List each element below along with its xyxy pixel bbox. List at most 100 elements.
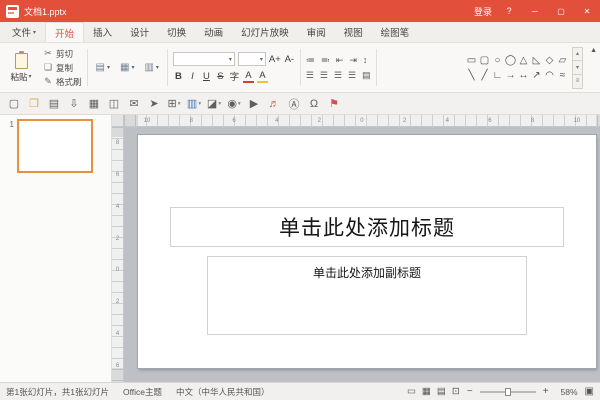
minimize-button[interactable]: ─: [522, 0, 548, 22]
tab-view[interactable]: 视图: [335, 22, 372, 42]
shape-rounded-rectangle-icon[interactable]: ▢: [478, 53, 491, 68]
tab-slideshow[interactable]: 幻灯片放映: [232, 22, 298, 42]
print-icon[interactable]: ▦: [84, 95, 104, 113]
subtitle-placeholder[interactable]: 单击此处添加副标题: [207, 256, 528, 335]
italic-button[interactable]: I: [187, 71, 198, 82]
zoom-slider[interactable]: [480, 391, 536, 393]
shape-arrow-up-right-icon[interactable]: ↗: [530, 68, 543, 83]
slide-canvas[interactable]: 单击此处添加标题 单击此处添加副标题: [138, 135, 596, 368]
justify-icon[interactable]: ☰: [348, 70, 356, 81]
media-icon[interactable]: ▶: [244, 95, 264, 113]
tab-review[interactable]: 审阅: [298, 22, 335, 42]
decrease-indent-icon[interactable]: ⇤: [336, 55, 344, 66]
slideshow-icon[interactable]: ⊡: [452, 386, 460, 397]
bullets-icon[interactable]: ≔: [306, 55, 315, 66]
shape-circle-icon[interactable]: ◯: [504, 53, 517, 68]
align-center-icon[interactable]: ☰: [320, 70, 328, 81]
zoom-in-button[interactable]: +: [543, 386, 549, 397]
normal-view-icon[interactable]: ▭: [407, 386, 416, 397]
text-box-icon[interactable]: Ⓐ: [284, 95, 304, 113]
shape-line-alt-icon[interactable]: ╱: [478, 68, 491, 83]
title-placeholder[interactable]: 单击此处添加标题: [170, 207, 564, 247]
tab-animation[interactable]: 动画: [195, 22, 232, 42]
new-slide-button[interactable]: ▤ ▾: [93, 60, 113, 75]
shape-double-arrow-icon[interactable]: ↔: [517, 68, 530, 83]
ruler-number: 8: [190, 118, 193, 124]
audio-icon[interactable]: ♬: [264, 95, 284, 113]
maximize-button[interactable]: ▢: [548, 0, 574, 22]
export-icon[interactable]: ⇩: [64, 95, 84, 113]
shape-diamond-icon[interactable]: ◇: [543, 53, 556, 68]
font-family-select[interactable]: ▾: [173, 52, 235, 66]
shape-elbow-connector-icon[interactable]: ∟: [491, 68, 504, 83]
copy-button[interactable]: ❏ 复制: [43, 61, 82, 74]
increase-font-size-button[interactable]: A+: [269, 54, 281, 65]
language-status[interactable]: 中文（中华人民共和国）: [176, 386, 270, 398]
ruler-number: 6: [116, 363, 119, 369]
slide-section-button[interactable]: ▥ ▾: [141, 60, 161, 75]
collapse-ribbon-icon[interactable]: ▲: [590, 47, 597, 54]
tab-drawing-pen[interactable]: 绘图笔: [372, 22, 419, 42]
shape-rectangle-icon[interactable]: ▭: [465, 53, 478, 68]
increase-indent-icon[interactable]: ⇥: [349, 55, 357, 66]
numbering-icon[interactable]: ≕: [321, 55, 330, 66]
highlight-color-button[interactable]: A: [257, 70, 268, 83]
shape-line-icon[interactable]: ╲: [465, 68, 478, 83]
paste-button[interactable]: 粘贴 ▾: [5, 53, 37, 83]
shapes-scroll-up-icon[interactable]: ▴: [573, 48, 582, 62]
zoom-slider-handle[interactable]: [505, 388, 511, 396]
shapes-more-icon[interactable]: ≡: [573, 75, 582, 88]
slide-thumbnail[interactable]: [17, 119, 93, 173]
phonetic-guide-button[interactable]: 字: [229, 69, 240, 83]
login-button[interactable]: 登录: [470, 0, 496, 22]
screenshot-icon[interactable]: ◉ ▾: [224, 95, 244, 113]
shape-right-triangle-icon[interactable]: ◺: [530, 53, 543, 68]
shapes-gallery-scrollbar: ▴ ▾ ≡: [572, 47, 583, 89]
shape-freeform-icon[interactable]: ≈: [556, 68, 569, 83]
zoom-level[interactable]: 58%: [556, 387, 578, 397]
decrease-font-size-button[interactable]: A-: [284, 54, 295, 65]
symbol-icon[interactable]: Ω: [304, 95, 324, 113]
select-arrow-icon[interactable]: ➤: [144, 95, 164, 113]
underline-button[interactable]: U: [201, 71, 212, 82]
theme-status[interactable]: Office主题: [123, 386, 162, 398]
tab-insert[interactable]: 插入: [84, 22, 121, 42]
email-icon[interactable]: ✉: [124, 95, 144, 113]
shape-ellipse-icon[interactable]: ○: [491, 53, 504, 68]
image-icon[interactable]: ◪ ▾: [204, 95, 224, 113]
fit-to-window-icon[interactable]: ▣: [585, 386, 594, 397]
align-right-icon[interactable]: ☰: [334, 70, 342, 81]
zoom-out-button[interactable]: −: [467, 386, 473, 397]
icon-glyph: Ω: [310, 98, 318, 110]
tab-transitions[interactable]: 切换: [158, 22, 195, 42]
shape-parallelogram-icon[interactable]: ▱: [556, 53, 569, 68]
open-folder-icon[interactable]: ❒: [24, 95, 44, 113]
tab-home[interactable]: 开始: [45, 22, 84, 42]
flag-icon[interactable]: ⚑: [324, 95, 344, 113]
tab-file[interactable]: 文件 ▾: [3, 22, 45, 42]
cut-button[interactable]: ✂ 剪切: [43, 47, 82, 60]
tab-design[interactable]: 设计: [121, 22, 158, 42]
print-preview-icon[interactable]: ◫: [104, 95, 124, 113]
table-icon[interactable]: ⊞ ▾: [164, 95, 184, 113]
shape-curve-icon[interactable]: ◠: [543, 68, 556, 83]
line-spacing-icon[interactable]: ↕: [363, 55, 368, 66]
chart-icon[interactable]: ▥ ▾: [184, 95, 204, 113]
new-file-icon[interactable]: ▢: [4, 95, 24, 113]
strikethrough-button[interactable]: S: [215, 71, 226, 82]
slide-sorter-icon[interactable]: ▦: [422, 386, 431, 397]
align-left-icon[interactable]: ☰: [306, 70, 314, 81]
close-button[interactable]: ✕: [574, 0, 600, 22]
shapes-scroll-down-icon[interactable]: ▾: [573, 61, 582, 75]
shape-arrow-icon[interactable]: →: [504, 68, 517, 83]
text-direction-icon[interactable]: ▤: [362, 70, 371, 81]
slide-layout-button[interactable]: ▦ ▾: [117, 60, 137, 75]
format-painter-button[interactable]: ✎ 格式刷: [43, 75, 82, 88]
reading-view-icon[interactable]: ▤: [437, 386, 446, 397]
bold-button[interactable]: B: [173, 71, 184, 82]
help-button[interactable]: ?: [496, 0, 522, 22]
save-icon[interactable]: ▤: [44, 95, 64, 113]
font-size-select[interactable]: ▾: [238, 52, 266, 66]
shape-triangle-icon[interactable]: △: [517, 53, 530, 68]
font-color-button[interactable]: A: [243, 70, 254, 83]
